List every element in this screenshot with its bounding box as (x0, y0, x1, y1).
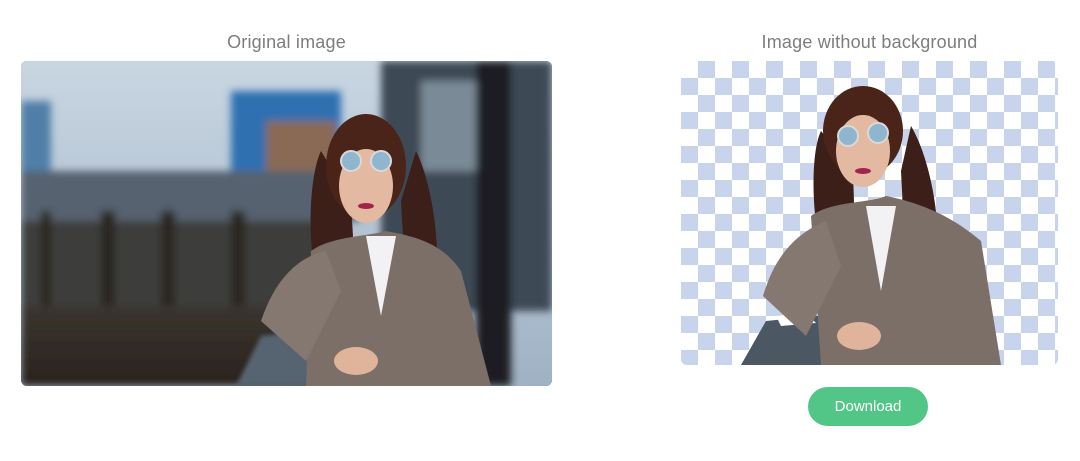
result-image-caption: Image without background (761, 32, 978, 52)
result-image (681, 61, 1058, 365)
original-image-caption: Original image (227, 32, 346, 52)
download-button[interactable]: Download (808, 387, 928, 426)
original-image (21, 61, 552, 386)
